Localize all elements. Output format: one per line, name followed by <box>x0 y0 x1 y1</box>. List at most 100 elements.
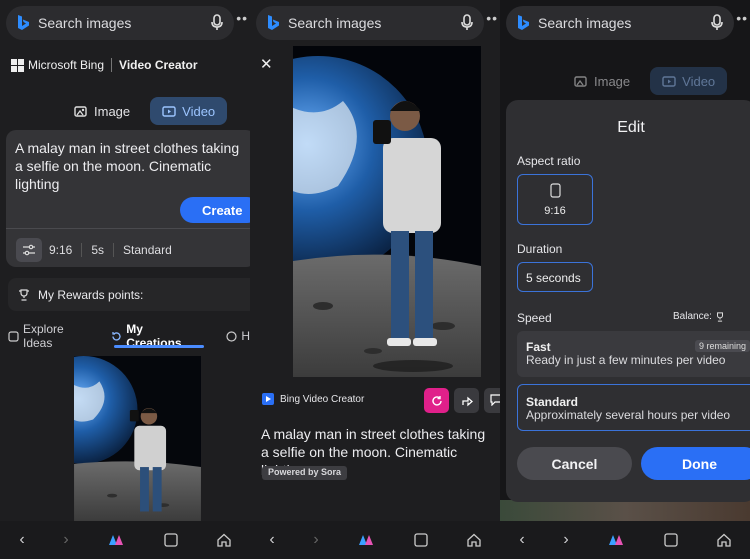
brand-name: Microsoft Bing <box>28 58 105 72</box>
speed-option-fast[interactable]: Fast Ready in just a few minutes per vid… <box>517 331 750 377</box>
creator-label-row: Bing Video Creator <box>262 393 364 405</box>
aspect-option-label: 9:16 <box>544 205 566 217</box>
back-icon[interactable]: ‹ <box>19 531 24 549</box>
prompt-text[interactable]: A malay man in street clothes taking a s… <box>15 139 247 193</box>
trophy-icon <box>715 311 725 322</box>
image-icon <box>574 75 588 88</box>
duration-label: Duration <box>517 242 563 256</box>
copilot-icon[interactable] <box>107 533 125 547</box>
close-icon[interactable]: ✕ <box>260 55 273 73</box>
history-icon <box>111 331 122 342</box>
back-icon[interactable]: ‹ <box>269 531 274 549</box>
share-button[interactable] <box>454 388 479 413</box>
tabs-icon[interactable] <box>164 533 178 547</box>
rewards-label: My Rewards points: <box>38 287 144 302</box>
speed-option-standard[interactable]: Standard Approximately several hours per… <box>517 384 750 431</box>
rewards-bar[interactable]: My Rewards points: : <box>8 278 250 311</box>
bulb-icon <box>8 330 19 342</box>
share-icon <box>461 395 473 407</box>
microsoft-logo-icon <box>11 58 24 72</box>
balance-label: Balance: <box>673 311 712 322</box>
forward-icon[interactable]: › <box>63 531 68 549</box>
tab-video-label: Video <box>182 103 216 119</box>
more-icon[interactable]: •• <box>236 10 248 26</box>
search-bar[interactable]: Search images <box>6 6 234 40</box>
search-label: Search images <box>538 15 632 31</box>
creation-thumbnail[interactable] <box>74 356 201 521</box>
brand-header: Microsoft Bing Video Creator <box>11 58 198 72</box>
mic-icon[interactable] <box>460 14 474 32</box>
fast-desc: Ready in just a few minutes per video <box>526 353 726 367</box>
search-bar[interactable]: Search images <box>506 6 734 40</box>
portrait-icon <box>550 183 561 198</box>
aspect-option-9-16[interactable]: 9:16 <box>517 174 593 225</box>
image-icon <box>74 105 88 118</box>
done-button[interactable]: Done <box>641 447 750 480</box>
comment-button[interactable] <box>484 388 500 413</box>
bing-logo-icon <box>516 14 530 32</box>
creator-label: Bing Video Creator <box>280 393 365 405</box>
balance-row: Balance: <box>673 311 725 322</box>
home-icon[interactable] <box>716 533 731 547</box>
tab-image[interactable]: Image <box>562 67 642 95</box>
video-preview[interactable] <box>293 46 481 377</box>
tabs-icon[interactable] <box>664 533 678 547</box>
tab-h[interactable]: H <box>241 329 250 343</box>
speed-setting[interactable]: Standard <box>123 243 172 257</box>
background-gallery <box>500 500 750 522</box>
tab-image-label: Image <box>94 103 131 119</box>
regenerate-button[interactable] <box>424 388 449 413</box>
mic-icon[interactable] <box>210 14 224 32</box>
video-icon <box>662 75 676 88</box>
settings-icon[interactable] <box>16 238 42 262</box>
tab-video[interactable]: Video <box>150 97 228 125</box>
product-name: Video Creator <box>119 58 198 72</box>
trophy-icon <box>18 288 30 301</box>
viewer-panel: Search images •• ✕ Bing Video Creator A … <box>250 0 500 559</box>
video-creator-logo-icon <box>262 393 274 405</box>
copilot-icon[interactable] <box>607 533 625 547</box>
more-icon[interactable]: •• <box>736 10 748 26</box>
remaining-badge: 9 remaining <box>695 340 750 352</box>
duration-setting[interactable]: 5s <box>91 243 104 257</box>
copilot-icon[interactable] <box>357 533 375 547</box>
bottom-nav: ‹ › <box>0 521 250 559</box>
tab-image-label: Image <box>594 73 631 89</box>
creator-panel: Search images •• Microsoft Bing Video Cr… <box>0 0 250 559</box>
settings-row: 9:16 5s Standard <box>16 238 172 262</box>
bottom-nav: ‹ › <box>500 521 750 559</box>
home-icon[interactable] <box>216 533 231 547</box>
forward-icon[interactable]: › <box>563 531 568 549</box>
prompt-card: A malay man in street clothes taking a s… <box>6 130 250 267</box>
cancel-button[interactable]: Cancel <box>517 447 632 480</box>
powered-by-badge: Powered by Sora <box>262 466 348 480</box>
edit-title: Edit <box>617 119 645 136</box>
more-icon[interactable]: •• <box>486 10 498 26</box>
tab-video-label: Video <box>682 73 716 89</box>
bing-logo-icon <box>266 14 280 32</box>
create-button[interactable]: Create <box>180 197 250 223</box>
search-label: Search images <box>38 15 132 31</box>
standard-desc: Approximately several hours per video <box>526 408 731 422</box>
speed-label: Speed <box>517 311 552 325</box>
duration-option[interactable]: 5 seconds <box>517 262 593 292</box>
search-bar[interactable]: Search images <box>256 6 484 40</box>
refresh-icon <box>431 395 443 407</box>
fast-title: Fast <box>526 340 551 354</box>
search-label: Search images <box>288 15 382 31</box>
comment-icon <box>490 394 500 406</box>
back-icon[interactable]: ‹ <box>519 531 524 549</box>
tab-video[interactable]: Video <box>650 67 728 95</box>
edit-panel: Search images •• Image Video Edit Aspect… <box>500 0 750 559</box>
tab-explore-ideas[interactable]: Explore Ideas <box>23 322 91 350</box>
bottom-nav: ‹ › <box>250 521 500 559</box>
tabs-icon[interactable] <box>414 533 428 547</box>
forward-icon[interactable]: › <box>313 531 318 549</box>
aspect-setting[interactable]: 9:16 <box>49 243 72 257</box>
mic-icon[interactable] <box>710 14 724 32</box>
aspect-ratio-label: Aspect ratio <box>517 154 581 168</box>
edit-dialog: Edit Aspect ratio 9:16 Duration 5 second… <box>506 100 750 502</box>
home-icon[interactable] <box>466 533 481 547</box>
tab-image[interactable]: Image <box>62 97 142 125</box>
video-icon <box>162 105 176 118</box>
